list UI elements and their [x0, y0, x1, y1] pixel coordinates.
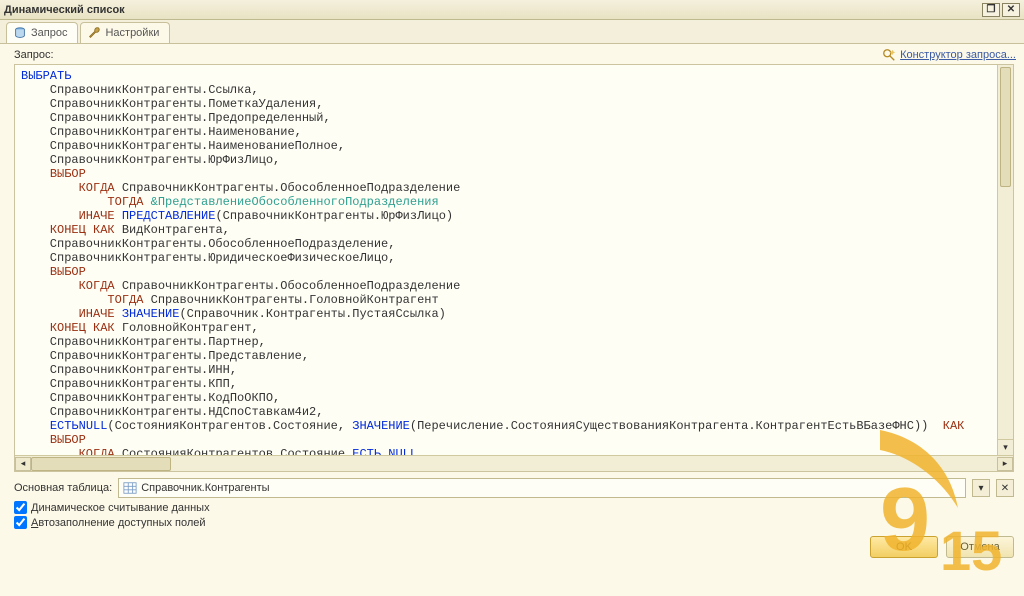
query-text[interactable]: ВЫБРАТЬ СправочникКонтрагенты.Ссылка, Сп… [15, 65, 997, 455]
scroll-left-arrow[interactable]: ◂ [15, 457, 31, 471]
query-label: Запрос: [14, 49, 54, 61]
horizontal-scroll-thumb[interactable] [31, 457, 171, 471]
scroll-down-arrow[interactable]: ▾ [998, 439, 1013, 455]
dynamic-read-label[interactable]: Динамическое считывание данных [31, 502, 210, 514]
base-table-select-button[interactable]: ▾ [972, 479, 990, 497]
horizontal-scroll-track[interactable] [31, 457, 997, 471]
vertical-scroll-thumb[interactable] [1000, 67, 1011, 187]
base-table-clear-button[interactable]: ✕ [996, 479, 1014, 497]
dynamic-read-row: Динамическое считывание данных [0, 500, 1024, 515]
tabs-bar: Запрос Настройки [0, 20, 1024, 44]
window-close-button[interactable]: ✕ [1002, 3, 1020, 17]
window-title: Динамический список [4, 4, 125, 16]
query-editor[interactable]: ВЫБРАТЬ СправочникКонтрагенты.Ссылка, Сп… [14, 64, 1014, 472]
tab-settings[interactable]: Настройки [80, 22, 170, 43]
query-label-row: Запрос: Конструктор запроса... [0, 44, 1024, 64]
window-buttons: ❐ ✕ [982, 3, 1020, 17]
vertical-scrollbar[interactable]: ▾ [997, 65, 1013, 455]
tab-query-label: Запрос [31, 27, 67, 39]
tab-settings-label: Настройки [105, 27, 159, 39]
wrench-icon [87, 26, 101, 40]
window-titlebar: Динамический список ❐ ✕ [0, 0, 1024, 20]
cancel-button[interactable]: Отмена [946, 536, 1014, 558]
query-constructor-button[interactable]: Конструктор запроса... [882, 48, 1016, 62]
scroll-right-arrow[interactable]: ▸ [997, 457, 1013, 471]
autofill-label[interactable]: Автозаполнение доступных полей [31, 517, 206, 529]
dialog-footer: OK Отмена [0, 530, 1024, 564]
autofill-row: Автозаполнение доступных полей [0, 515, 1024, 530]
base-table-row: Основная таблица: Справочник.Контрагенты… [0, 476, 1024, 500]
base-table-input[interactable]: Справочник.Контрагенты [118, 478, 966, 498]
query-constructor-label: Конструктор запроса... [900, 49, 1016, 61]
magic-icon [882, 48, 896, 62]
db-icon [13, 26, 27, 40]
ok-button[interactable]: OK [870, 536, 938, 558]
base-table-label: Основная таблица: [14, 482, 112, 494]
window-restore-button[interactable]: ❐ [982, 3, 1000, 17]
dynamic-read-checkbox[interactable] [14, 501, 27, 514]
horizontal-scrollbar[interactable]: ◂ ▸ [15, 455, 1013, 471]
tab-query[interactable]: Запрос [6, 22, 78, 43]
autofill-checkbox[interactable] [14, 516, 27, 529]
base-table-value: Справочник.Контрагенты [141, 482, 269, 494]
table-icon [123, 481, 137, 495]
